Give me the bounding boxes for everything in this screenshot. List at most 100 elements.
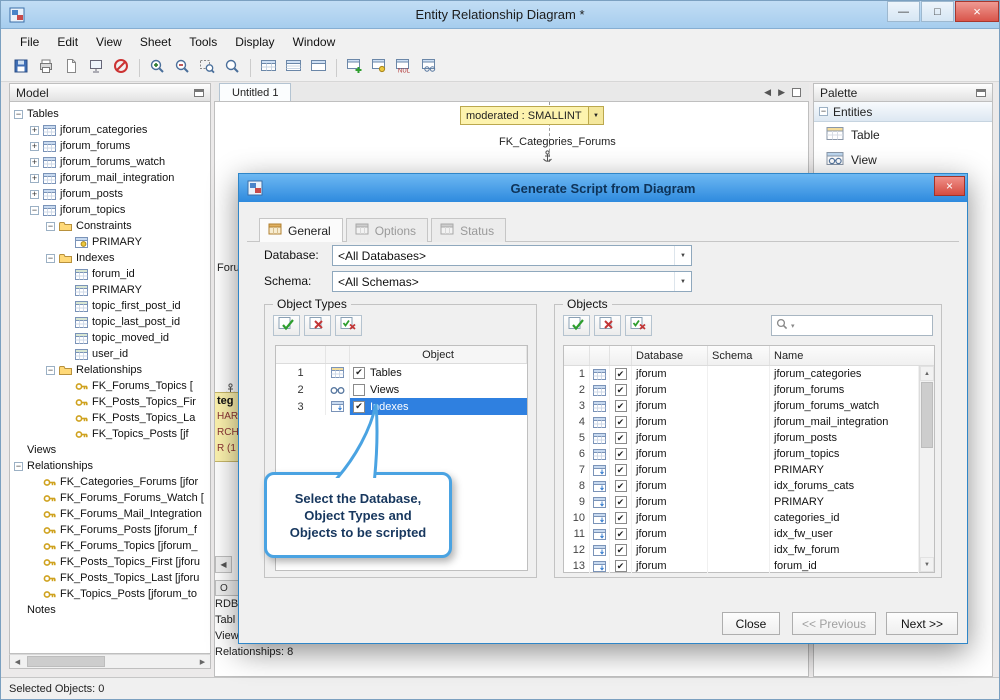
tab-scroll-right-icon[interactable]: ▶ xyxy=(778,87,785,98)
next-button[interactable]: Next >> xyxy=(886,612,958,635)
collapse-icon[interactable]: − xyxy=(819,107,828,116)
object-row[interactable]: 9 ✔ jforum PRIMARY xyxy=(564,494,919,510)
checkbox-cell[interactable]: ✔ xyxy=(610,446,632,462)
table-style-1-button[interactable] xyxy=(256,57,280,79)
table-view-button[interactable] xyxy=(417,57,441,79)
checkbox-checked[interactable]: ✔ xyxy=(614,560,627,572)
checkbox-cell[interactable]: ✔ xyxy=(610,366,632,382)
checkbox-cell[interactable]: ✔ xyxy=(610,398,632,414)
scroll-thumb[interactable] xyxy=(27,656,105,667)
print-button[interactable] xyxy=(34,57,58,79)
tree-item[interactable]: Views xyxy=(10,442,210,458)
checkbox-checked[interactable]: ✔ xyxy=(614,448,627,460)
expander-icon[interactable]: − xyxy=(30,205,39,215)
database-select[interactable]: <All Databases> ▼ xyxy=(332,245,692,266)
save-button[interactable] xyxy=(9,57,33,79)
chevron-down-icon[interactable]: ▼ xyxy=(674,246,691,265)
object-types-invert-selection-button[interactable] xyxy=(335,315,362,336)
tree-item[interactable]: FK_Forums_Topics [ xyxy=(10,378,210,394)
expander-icon[interactable]: + xyxy=(30,189,39,199)
tab-scroll-left-icon[interactable]: ◀ xyxy=(764,87,771,98)
object-row[interactable]: 7 ✔ jforum PRIMARY xyxy=(564,462,919,478)
tree-item[interactable]: topic_last_post_id xyxy=(10,314,210,330)
tree-item[interactable]: − jforum_topics xyxy=(10,202,210,218)
expander-icon[interactable]: − xyxy=(46,221,55,231)
tree-item[interactable]: − Relationships xyxy=(10,458,210,474)
menu-tools[interactable]: Tools xyxy=(180,31,226,53)
column-dropdown-icon[interactable]: ▼ xyxy=(588,107,603,124)
object-row[interactable]: 6 ✔ jforum jforum_topics xyxy=(564,446,919,462)
window-titlebar[interactable]: Entity Relationship Diagram * — □ × xyxy=(1,1,999,29)
expander-icon[interactable]: − xyxy=(14,109,23,119)
maximize-button[interactable]: □ xyxy=(921,1,954,22)
chevron-down-icon[interactable]: ▼ xyxy=(674,272,691,291)
checkbox-checked[interactable]: ✔ xyxy=(614,384,627,396)
checkbox-checked[interactable]: ✔ xyxy=(614,528,627,540)
checkbox-checked[interactable]: ✔ xyxy=(614,400,627,412)
menu-file[interactable]: File xyxy=(11,31,48,53)
object-type-row[interactable]: 1 ✔ Tables xyxy=(276,364,527,381)
info-panel-tab[interactable]: O xyxy=(215,580,239,596)
checkbox-checked[interactable]: ✔ xyxy=(614,512,627,524)
checkbox-cell[interactable]: ✔ xyxy=(610,558,632,574)
object-row[interactable]: 4 ✔ jforum jforum_mail_integration xyxy=(564,414,919,430)
search-input[interactable] xyxy=(797,319,932,332)
zoom-out-button[interactable] xyxy=(170,57,194,79)
tree-item[interactable]: PRIMARY xyxy=(10,282,210,298)
tree-item[interactable]: FK_Forums_Forums_Watch [ xyxy=(10,490,210,506)
checkbox-cell[interactable]: ✔ xyxy=(610,494,632,510)
tab-untitled-1[interactable]: Untitled 1 xyxy=(219,83,292,101)
tree-item[interactable]: − Indexes xyxy=(10,250,210,266)
objects-vertical-scrollbar[interactable]: ▲ ▼ xyxy=(919,366,934,572)
menu-edit[interactable]: Edit xyxy=(48,31,87,53)
palette-item-table[interactable]: Table xyxy=(814,122,992,147)
objects-invert-selection-button[interactable] xyxy=(625,315,652,336)
object-type-row[interactable]: 2 Views xyxy=(276,381,527,398)
new-table-button[interactable] xyxy=(342,57,366,79)
checkbox-checked[interactable]: ✔ xyxy=(614,496,627,508)
expander-icon[interactable]: + xyxy=(30,125,39,135)
table-key-button[interactable] xyxy=(367,57,391,79)
presentation-button[interactable] xyxy=(84,57,108,79)
palette-panel-header[interactable]: Palette xyxy=(813,83,993,102)
model-panel-header[interactable]: Model xyxy=(9,83,211,102)
close-button[interactable]: × xyxy=(955,1,999,22)
close-button[interactable]: Close xyxy=(722,612,780,635)
checkbox-checked[interactable]: ✔ xyxy=(353,366,365,379)
tree-item[interactable]: Notes xyxy=(10,602,210,618)
checkbox-checked[interactable]: ✔ xyxy=(614,480,627,492)
tree-item[interactable]: + jforum_forums xyxy=(10,138,210,154)
zoom-button[interactable] xyxy=(220,57,244,79)
schema-select[interactable]: <All Schemas> ▼ xyxy=(332,271,692,292)
minimize-button[interactable]: — xyxy=(887,1,920,22)
scroll-track[interactable] xyxy=(25,655,195,668)
expander-icon[interactable]: − xyxy=(46,253,55,263)
table-style-2-button[interactable] xyxy=(281,57,305,79)
column-box-moderated[interactable]: moderated : SMALLINT ▼ xyxy=(460,106,604,125)
float-panel-icon[interactable] xyxy=(976,88,986,97)
checkbox-unchecked[interactable] xyxy=(353,383,365,396)
object-row[interactable]: 12 ✔ jforum idx_fw_forum xyxy=(564,542,919,558)
table-style-3-button[interactable] xyxy=(306,57,330,79)
checkbox-cell[interactable]: ✔ xyxy=(610,526,632,542)
expander-icon[interactable]: + xyxy=(30,141,39,151)
tree-item[interactable]: FK_Posts_Topics_First [jforu xyxy=(10,554,210,570)
expander-icon[interactable]: + xyxy=(30,157,39,167)
tree-item[interactable]: PRIMARY xyxy=(10,234,210,250)
scroll-up-icon[interactable]: ▲ xyxy=(920,366,934,381)
object-row[interactable]: 3 ✔ jforum jforum_forums_watch xyxy=(564,398,919,414)
tree-item[interactable]: − Constraints xyxy=(10,218,210,234)
tree-horizontal-scrollbar[interactable]: ◀ ▶ xyxy=(9,654,211,669)
checkbox-checked[interactable]: ✔ xyxy=(614,368,627,380)
tree-item[interactable]: + jforum_forums_watch xyxy=(10,154,210,170)
checkbox-cell[interactable]: ✔ xyxy=(610,414,632,430)
canvas-scroll-left-button[interactable]: ◀ xyxy=(215,556,232,573)
checkbox-checked[interactable]: ✔ xyxy=(614,544,627,556)
objects-search-box[interactable]: ▾ xyxy=(771,315,933,336)
menu-view[interactable]: View xyxy=(87,31,131,53)
palette-section-entities[interactable]: − Entities xyxy=(814,102,992,122)
tree-item[interactable]: forum_id xyxy=(10,266,210,282)
expander-icon[interactable]: − xyxy=(46,365,55,375)
checkbox-checked[interactable]: ✔ xyxy=(614,416,627,428)
object-row[interactable]: 5 ✔ jforum jforum_posts xyxy=(564,430,919,446)
